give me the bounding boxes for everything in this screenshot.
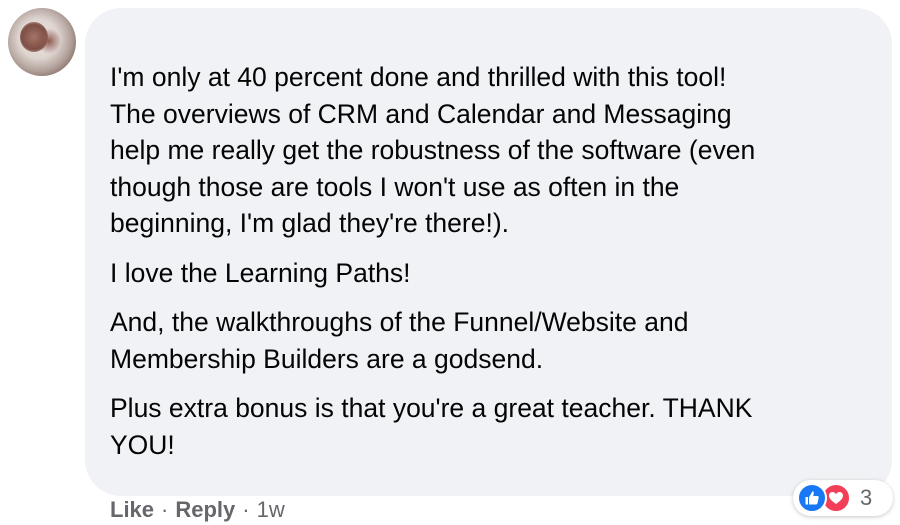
separator-dot: ·	[161, 497, 169, 522]
avatar-photo-detail	[38, 28, 60, 54]
separator-dot: ·	[242, 497, 250, 522]
comment-paragraph: I'm only at 40 percent done and thrilled…	[110, 62, 756, 238]
comment-body: I'm only at 40 percent done and thrilled…	[110, 59, 880, 476]
reaction-count: 3	[860, 485, 873, 510]
avatar[interactable]	[8, 8, 76, 76]
comment-paragraph: And, the walkthroughs of the Funnel/Webs…	[110, 307, 689, 374]
like-icon	[797, 483, 827, 513]
reply-button[interactable]: Reply	[175, 497, 235, 522]
like-button[interactable]: Like	[110, 497, 154, 522]
comment-paragraph: I love the Learning Paths!	[110, 257, 411, 288]
comment-actions: Like · Reply · 1w	[110, 497, 285, 523]
reactions-summary[interactable]: 3	[793, 480, 893, 516]
timestamp-link[interactable]: 1w	[257, 497, 285, 522]
comment-paragraph: Plus extra bonus is that you're a great …	[110, 393, 753, 460]
